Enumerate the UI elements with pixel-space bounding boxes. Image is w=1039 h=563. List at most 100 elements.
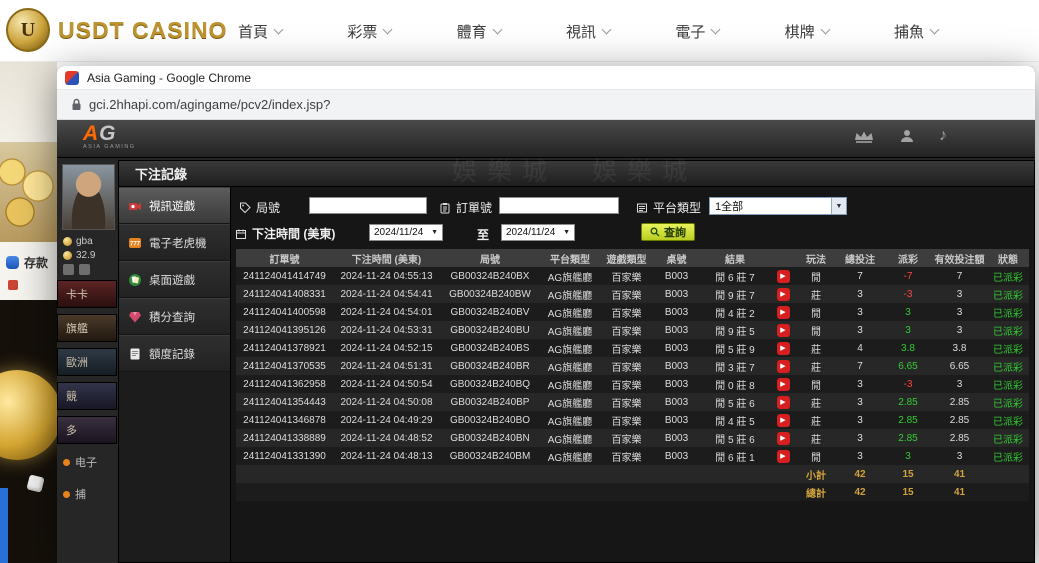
nav-item-slots[interactable]: 電子 [675,21,719,42]
play-video-button[interactable]: ▶ [777,378,790,391]
nav-item-home[interactable]: 首頁 [238,21,282,42]
date-from-select[interactable]: 2024/11/24 ▼ [369,224,443,241]
ag-header: AG ASIA GAMING ♪ [57,120,1035,158]
cell-play: ▶ [770,285,796,303]
nav-item-fishing[interactable]: 捕魚 [894,21,938,42]
tag-icon [239,202,251,214]
cell-game: 百家樂 [600,393,653,411]
date-from-value: 2024/11/24 [374,227,423,238]
nav-item-sports[interactable]: 體育 [457,21,501,42]
round-input[interactable] [309,197,427,214]
order-input[interactable] [499,197,619,214]
hall-tile-multi[interactable]: 多 [57,416,117,444]
withdraw-icon[interactable] [8,280,18,290]
col-order: 訂單號 [236,249,333,267]
hot-icon [63,459,70,466]
deposit-shortcut[interactable]: 存款 [6,254,48,271]
platform-select[interactable]: 1全部 ▼ [709,197,847,215]
cell-order: 241124041378921 [236,339,333,357]
play-video-button[interactable]: ▶ [777,450,790,463]
cell-status: 已派彩 [987,267,1029,285]
cell-payout: 3.8 [884,339,932,357]
sidebar-label: 視訊遊戲 [149,198,195,214]
chevron-down-icon [383,25,393,35]
music-icon[interactable]: ♪ [939,128,947,144]
sidebar-item-slots[interactable]: 777 電子老虎機 [119,224,230,261]
ag-logo: AG ASIA GAMING [83,123,136,151]
play-video-button[interactable]: ▶ [777,360,790,373]
screen: U USDT CASINO 首頁 彩票 體育 視訊 電子 棋牌 捕魚 存款 [0,0,1039,563]
window-titlebar[interactable]: Asia Gaming - Google Chrome [57,66,1035,90]
site-topbar: U USDT CASINO 首頁 彩票 體育 視訊 電子 棋牌 捕魚 [0,0,1039,62]
sidebar-item-live-games[interactable]: 視訊遊戲 [119,187,230,224]
table-row: 2411240414147492024-11-24 04:55:13GB0032… [236,267,1029,285]
play-video-button[interactable]: ▶ [777,342,790,355]
to-label: 至 [477,226,489,243]
total-label: 總計 [796,483,836,501]
chrome-popup-window: Asia Gaming - Google Chrome gci.2hhapi.c… [57,66,1035,563]
play-video-button[interactable]: ▶ [777,306,790,319]
nav-label: 視訊 [566,21,596,42]
cell-round: GB00324B240BN [440,429,540,447]
sidebar-label: 桌面遊戲 [149,272,195,288]
nav-item-cards[interactable]: 棋牌 [785,21,829,42]
nav-item-lottery[interactable]: 彩票 [347,21,391,42]
hall-tile-flagship[interactable]: 旗艦 [57,314,117,342]
sidebar-item-credit-records[interactable]: 額度記錄 [119,335,230,372]
cell-order: 241124041408331 [236,285,333,303]
table-row: 2411240413468782024-11-24 04:49:29GB0032… [236,411,1029,429]
hall-tile-europe[interactable]: 歐洲 [57,348,117,376]
hot-icon [63,491,70,498]
vip-crown-icon[interactable] [853,129,875,144]
query-button-label: 查詢 [664,224,686,240]
cell-result: 閒 0 莊 8 [700,375,770,393]
play-video-button[interactable]: ▶ [777,432,790,445]
customer-service-icon[interactable] [899,128,915,144]
cell-game: 百家樂 [600,411,653,429]
cell-round: GB00324B240BP [440,393,540,411]
magnifier-icon [650,227,660,237]
hall-tile-jingmi[interactable]: 競 [57,382,117,410]
subtotal-row: 小計 42 15 41 [236,465,1029,483]
cell-status: 已派彩 [987,357,1029,375]
query-button[interactable]: 查詢 [641,223,695,241]
cell-table_no: B003 [653,357,700,375]
bet-records-table: 訂單號 下注時間 (美東) 局號 平台類型 遊戲類型 桌號 結果 玩法 總投注 [236,249,1029,501]
cell-round: GB00324B240BR [440,357,540,375]
chevron-down-icon [602,25,612,35]
hall-tile-cagayan[interactable]: 卡卡 [57,280,117,308]
cell-platform: AG旗艦廳 [540,393,600,411]
cell-time: 2024-11-24 04:53:31 [333,321,440,339]
cell-platform: AG旗艦廳 [540,429,600,447]
cell-payout: -7 [884,267,932,285]
subtotal-label: 小計 [796,465,836,483]
cell-valid: 2.85 [932,393,987,411]
sidebar-item-table-games[interactable]: 桌面遊戲 [119,261,230,298]
cell-order: 241124041414749 [236,267,333,285]
play-video-button[interactable]: ▶ [777,288,790,301]
play-video-button[interactable]: ▶ [777,396,790,409]
nav-item-live[interactable]: 視訊 [566,21,610,42]
category-fishing[interactable]: 捕 [63,486,86,502]
chevron-down-icon [274,25,284,35]
play-video-button[interactable]: ▶ [777,270,790,283]
cell-platform: AG旗艦廳 [540,339,600,357]
play-video-button[interactable]: ▶ [777,414,790,427]
cell-bet: 7 [836,267,884,285]
side-widget-strip[interactable] [0,488,8,563]
cell-bet: 3 [836,447,884,465]
order-filter-label: 訂單號 [439,199,492,216]
cell-play: ▶ [770,303,796,321]
col-valid-bet: 有效投注額 [932,249,987,267]
cell-game: 百家樂 [600,357,653,375]
category-slots[interactable]: 电子 [63,454,97,470]
url-bar[interactable]: gci.2hhapi.com/agingame/pcv2/index.jsp? [57,90,1035,120]
date-to-select[interactable]: 2024/11/24 ▼ [501,224,575,241]
col-game-type: 遊戲類型 [600,249,653,267]
ag-logo-subtitle: ASIA GAMING [83,145,136,151]
play-video-button[interactable]: ▶ [777,324,790,337]
history-icon[interactable] [79,264,90,275]
cell-playtype: 閒 [796,375,836,393]
wallet-icon[interactable] [63,264,74,275]
sidebar-item-points-query[interactable]: 積分查詢 [119,298,230,335]
